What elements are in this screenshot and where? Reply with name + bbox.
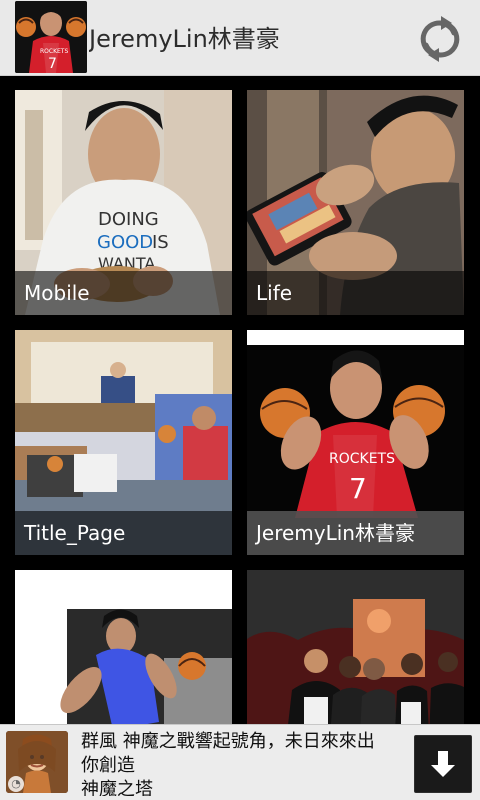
ad-line-2: 你創造 bbox=[81, 755, 135, 776]
ad-copy: 群風 神魔之戰響起號角，未日來來出 你創造 神魔之塔 bbox=[81, 730, 401, 796]
svg-text:GOOD: GOOD bbox=[97, 232, 153, 253]
album-label-life: Life bbox=[247, 271, 464, 315]
ad-line-3: 神魔之塔 bbox=[81, 779, 153, 796]
svg-text:7: 7 bbox=[48, 56, 57, 72]
album-tile-jeremylin[interactable]: ROCKETS 7 JeremyLin林書豪 bbox=[247, 330, 464, 555]
album-label-title-page: Title_Page bbox=[15, 511, 232, 555]
album-tile-5[interactable] bbox=[15, 570, 232, 724]
album-tile-life[interactable]: Life bbox=[247, 90, 464, 315]
ad-line-1: 群風 神魔之戰響起號角，未日來來出 bbox=[81, 731, 375, 752]
album-tile-mobile[interactable]: DOING GOOD IS WANTA Mobile bbox=[15, 90, 232, 315]
app-screen: ROCKETS 7 JeremyLin林書豪 DOING GOOD IS WAN… bbox=[0, 0, 480, 800]
album-tile-6[interactable] bbox=[247, 570, 464, 724]
album-tile-title-page[interactable]: Title_Page bbox=[15, 330, 232, 555]
download-button[interactable] bbox=[414, 735, 472, 793]
album-label-jeremylin: JeremyLin林書豪 bbox=[247, 511, 464, 555]
page-title: JeremyLin林書豪 bbox=[89, 25, 280, 53]
svg-text:DOING: DOING bbox=[98, 209, 159, 230]
game-hero-icon[interactable]: ◔ bbox=[6, 731, 68, 793]
ad-choice-icon: ◔ bbox=[8, 776, 24, 792]
album-grid: DOING GOOD IS WANTA Mobile Life Title_Pa… bbox=[0, 76, 480, 724]
avatar[interactable]: ROCKETS 7 bbox=[15, 1, 87, 73]
refresh-button[interactable] bbox=[414, 13, 466, 65]
top-header: ROCKETS 7 JeremyLin林書豪 bbox=[0, 0, 480, 76]
download-icon bbox=[431, 751, 455, 777]
svg-text:IS: IS bbox=[152, 232, 169, 253]
svg-text:ROCKETS: ROCKETS bbox=[40, 48, 68, 55]
event-photo bbox=[247, 570, 464, 724]
album-label-mobile: Mobile bbox=[15, 271, 232, 315]
refresh-icon bbox=[420, 16, 460, 62]
ad-banner[interactable]: ◔ 群風 神魔之戰響起號角，未日來來出 你創造 神魔之塔 bbox=[0, 724, 480, 800]
svg-text:7: 7 bbox=[349, 472, 367, 505]
dribbling-photo bbox=[15, 570, 232, 724]
profile-photo: ROCKETS 7 bbox=[15, 1, 87, 73]
svg-text:ROCKETS: ROCKETS bbox=[329, 451, 395, 467]
